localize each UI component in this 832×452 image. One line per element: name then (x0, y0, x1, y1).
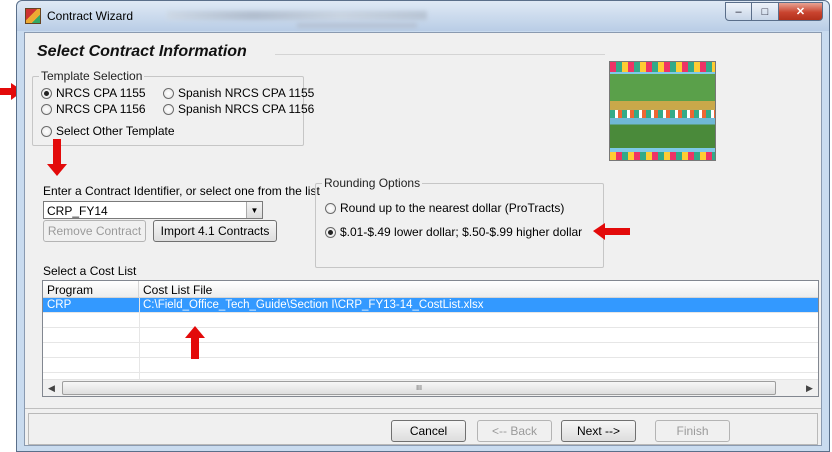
cost-list-grid[interactable]: Program Cost List File CRP C:\Field_Offi… (42, 280, 819, 397)
radio-button-icon (163, 103, 174, 115)
contract-identifier-combobox[interactable]: CRP_FY14 ▼ (43, 201, 263, 219)
contract-wizard-window: Contract Wizard – □ ✕ Select Contract In… (16, 0, 830, 452)
radio-button-icon (41, 125, 52, 137)
radio-round-up-protracts[interactable]: Round up to the nearest dollar (ProTract… (325, 201, 564, 215)
empty-row (43, 358, 818, 373)
empty-row (43, 343, 818, 358)
column-header-cost-list-file[interactable]: Cost List File (139, 281, 818, 298)
app-icon (25, 8, 41, 24)
column-divider (139, 298, 140, 379)
cost-list-label: Select a Cost List (43, 264, 137, 278)
finish-button[interactable]: Finish (655, 420, 730, 442)
column-header-program[interactable]: Program (43, 281, 139, 298)
scroll-left-arrow-icon[interactable]: ◀ (43, 380, 60, 396)
radio-label: NRCS CPA 1156 (56, 102, 146, 116)
radio-button-icon (41, 87, 52, 99)
blurred-background-subtitle (297, 23, 417, 28)
scroll-right-arrow-icon[interactable]: ▶ (801, 380, 818, 396)
annotation-arrow-cost-list (185, 326, 205, 359)
annotation-arrow-rounding (593, 223, 630, 240)
radio-label: NRCS CPA 1155 (56, 86, 146, 100)
table-row[interactable]: CRP C:\Field_Office_Tech_Guide\Section I… (43, 298, 818, 313)
back-button[interactable]: <-- Back (477, 420, 552, 442)
chevron-down-icon[interactable]: ▼ (246, 202, 262, 218)
footer-divider (25, 408, 821, 409)
radio-spanish-nrcs-cpa-1156[interactable]: Spanish NRCS CPA 1156 (163, 102, 314, 116)
import-contracts-button[interactable]: Import 4.1 Contracts (153, 220, 277, 242)
annotation-arrow-contract-id (47, 139, 67, 176)
landscape-illustration (609, 61, 716, 161)
rounding-options-legend: Rounding Options (322, 176, 423, 190)
radio-spanish-nrcs-cpa-1155[interactable]: Spanish NRCS CPA 1155 (163, 86, 314, 100)
page-title: Select Contract Information (37, 43, 247, 60)
close-button[interactable]: ✕ (779, 2, 823, 21)
title-bar[interactable]: Contract Wizard – □ ✕ (17, 1, 829, 31)
empty-row (43, 313, 818, 328)
heading-divider (275, 54, 605, 55)
wizard-client-area: Select Contract Information Template Sel… (24, 32, 822, 446)
cell-program: CRP (47, 299, 72, 311)
minimize-button[interactable]: – (725, 2, 752, 21)
radio-select-other-template[interactable]: Select Other Template (41, 124, 175, 138)
radio-nrcs-cpa-1156[interactable]: NRCS CPA 1156 (41, 102, 146, 116)
radio-label: $.01-$.49 lower dollar; $.50-$.99 higher… (340, 225, 583, 239)
radio-button-icon (41, 103, 52, 115)
radio-button-icon (325, 226, 336, 238)
radio-label: Round up to the nearest dollar (ProTract… (340, 201, 565, 215)
cell-cost-list-file: C:\Field_Office_Tech_Guide\Section I\CRP… (143, 299, 484, 311)
horizontal-scrollbar[interactable]: ◀ III ▶ (43, 379, 818, 396)
grid-header: Program Cost List File (43, 281, 818, 298)
remove-contract-button[interactable]: Remove Contract (43, 220, 146, 242)
next-button[interactable]: Next --> (561, 420, 636, 442)
contract-identifier-prompt: Enter a Contract Identifier, or select o… (43, 184, 320, 198)
template-selection-legend: Template Selection (39, 69, 145, 83)
scroll-thumb[interactable]: III (62, 381, 776, 395)
contract-identifier-value: CRP_FY14 (47, 204, 108, 218)
radio-button-icon (325, 202, 336, 214)
blurred-background-title (167, 11, 427, 20)
window-controls: – □ ✕ (725, 2, 823, 21)
annotation-arrow-template (0, 83, 23, 100)
cancel-button[interactable]: Cancel (391, 420, 466, 442)
radio-lower-higher-dollar[interactable]: $.01-$.49 lower dollar; $.50-$.99 higher… (325, 225, 582, 239)
window-title: Contract Wizard (47, 9, 134, 23)
radio-button-icon (163, 87, 174, 99)
radio-label: Spanish NRCS CPA 1155 (178, 86, 315, 100)
radio-label: Select Other Template (56, 124, 175, 138)
radio-label: Spanish NRCS CPA 1156 (178, 102, 315, 116)
radio-nrcs-cpa-1155[interactable]: NRCS CPA 1155 (41, 86, 146, 100)
maximize-button[interactable]: □ (752, 2, 779, 21)
empty-row (43, 328, 818, 343)
